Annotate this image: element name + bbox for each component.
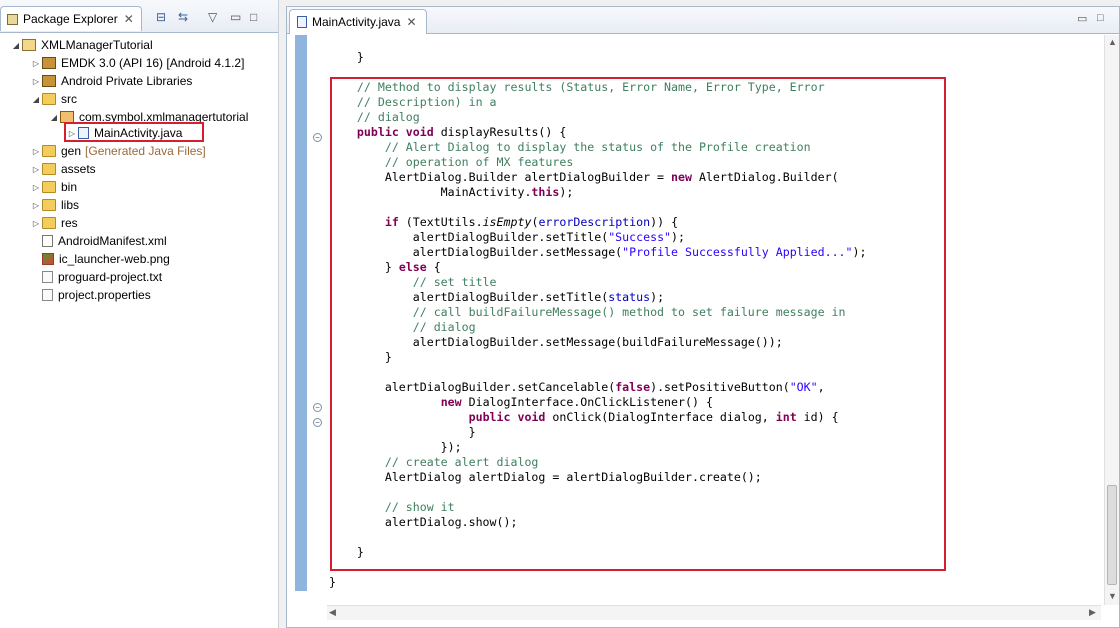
folder-icon	[42, 199, 56, 211]
horizontal-scrollbar[interactable]: ◀ ▶	[327, 605, 1101, 620]
text-file-icon	[42, 271, 53, 283]
collapsed-twisty-icon[interactable]: ▷	[30, 147, 42, 156]
minimize-icon[interactable]: ▭	[1077, 12, 1087, 25]
library-icon	[42, 75, 56, 87]
expanded-twisty-icon[interactable]: ◢	[10, 41, 22, 50]
tree-item-label: project.properties	[58, 288, 151, 302]
tab-mainactivity-label: MainActivity.java	[312, 15, 401, 29]
xml-file-icon	[42, 235, 53, 247]
folder-icon	[42, 145, 56, 157]
tree-item-decoration: [Generated Java Files]	[85, 144, 206, 158]
collapse-fold-icon[interactable]: −	[313, 133, 322, 142]
scroll-right-icon[interactable]: ▶	[1089, 607, 1096, 618]
tree-item-label: Android Private Libraries	[61, 74, 193, 88]
close-icon[interactable]: ✕	[406, 15, 416, 29]
tree-item-label: src	[61, 92, 77, 106]
overview-ruler	[295, 35, 307, 591]
tree-item-android-private-libraries[interactable]: ▷ Android Private Libraries	[30, 72, 192, 90]
tree-item-label: bin	[61, 180, 78, 194]
code-line: }	[329, 50, 364, 64]
text-file-icon	[42, 289, 53, 301]
image-file-icon	[42, 253, 54, 265]
tree-item-label: assets	[61, 162, 96, 176]
tree-item-libs[interactable]: ▷ libs	[30, 196, 79, 214]
link-with-editor-icon[interactable]: ⇆	[178, 10, 188, 24]
tree-item-src[interactable]: ◢ src	[30, 90, 77, 108]
tree-item-gen[interactable]: ▷ gen [Generated Java Files]	[30, 142, 206, 160]
collapsed-twisty-icon[interactable]: ▷	[30, 219, 42, 228]
tree-item-res[interactable]: ▷ res	[30, 214, 78, 232]
highlight-box	[64, 122, 204, 142]
minimize-icon[interactable]: ▭	[230, 10, 241, 24]
tree-item-label: EMDK 3.0 (API 16) [Android 4.1.2]	[61, 56, 245, 70]
project-icon	[22, 39, 36, 51]
tree-item-androidmanifest[interactable]: AndroidManifest.xml	[42, 232, 167, 250]
tree-item-label: res	[61, 216, 78, 230]
source-folder-icon	[42, 93, 56, 105]
code-line: }	[329, 575, 336, 589]
tree-item-assets[interactable]: ▷ assets	[30, 160, 96, 178]
tree-item-label: libs	[61, 198, 80, 212]
tab-package-explorer-label: Package Explorer	[23, 12, 118, 26]
tree-item-ic-launcher[interactable]: ic_launcher-web.png	[42, 250, 170, 268]
tree-item-label: proguard-project.txt	[58, 270, 163, 284]
collapse-fold-icon[interactable]: −	[313, 403, 322, 412]
tab-package-explorer[interactable]: Package Explorer ✕	[0, 6, 142, 31]
folder-icon	[42, 217, 56, 229]
close-icon[interactable]: ✕	[124, 12, 134, 26]
tree-item-project-properties[interactable]: project.properties	[42, 286, 151, 304]
collapsed-twisty-icon[interactable]: ▷	[30, 77, 42, 86]
scroll-up-icon[interactable]: ▲	[1108, 37, 1117, 47]
tab-mainactivity-java[interactable]: MainActivity.java ✕	[289, 9, 427, 34]
maximize-icon[interactable]: □	[1097, 12, 1104, 24]
package-explorer-icon	[7, 13, 18, 25]
collapse-all-icon[interactable]: ⊟	[156, 10, 166, 24]
highlight-box	[330, 77, 946, 571]
tree-item-label: AndroidManifest.xml	[58, 234, 167, 248]
tree-item-label: XMLManagerTutorial	[41, 38, 153, 52]
collapsed-twisty-icon[interactable]: ▷	[30, 183, 42, 192]
view-menu-icon[interactable]: ▽	[208, 10, 217, 24]
folding-column: − − −	[309, 35, 327, 591]
tree-item-label: ic_launcher-web.png	[59, 252, 170, 266]
scroll-left-icon[interactable]: ◀	[329, 607, 336, 618]
java-file-icon	[297, 16, 307, 28]
tree-item-proguard[interactable]: proguard-project.txt	[42, 268, 162, 286]
scroll-down-icon[interactable]: ▼	[1108, 591, 1117, 601]
expanded-twisty-icon[interactable]: ◢	[30, 95, 42, 104]
vertical-scrollbar[interactable]: ▲ ▼	[1104, 35, 1119, 605]
package-explorer-view: Package Explorer ✕ ⊟ ⇆ ▽ ▭ □ ◢ XMLManage…	[0, 0, 279, 628]
tree-item-emdk-library[interactable]: ▷ EMDK 3.0 (API 16) [Android 4.1.2]	[30, 54, 245, 72]
folder-icon	[42, 181, 56, 193]
folder-icon	[42, 163, 56, 175]
expanded-twisty-icon[interactable]: ◢	[48, 113, 60, 122]
library-icon	[42, 57, 56, 69]
tree-item-label: gen	[61, 144, 82, 158]
collapsed-twisty-icon[interactable]: ▷	[30, 59, 42, 68]
collapse-fold-icon[interactable]: −	[313, 418, 322, 427]
scrollbar-thumb[interactable]	[1107, 485, 1117, 585]
maximize-icon[interactable]: □	[250, 10, 257, 24]
tree-item-project[interactable]: ◢ XMLManagerTutorial	[10, 36, 153, 54]
tree-item-bin[interactable]: ▷ bin	[30, 178, 77, 196]
collapsed-twisty-icon[interactable]: ▷	[30, 201, 42, 210]
collapsed-twisty-icon[interactable]: ▷	[30, 165, 42, 174]
